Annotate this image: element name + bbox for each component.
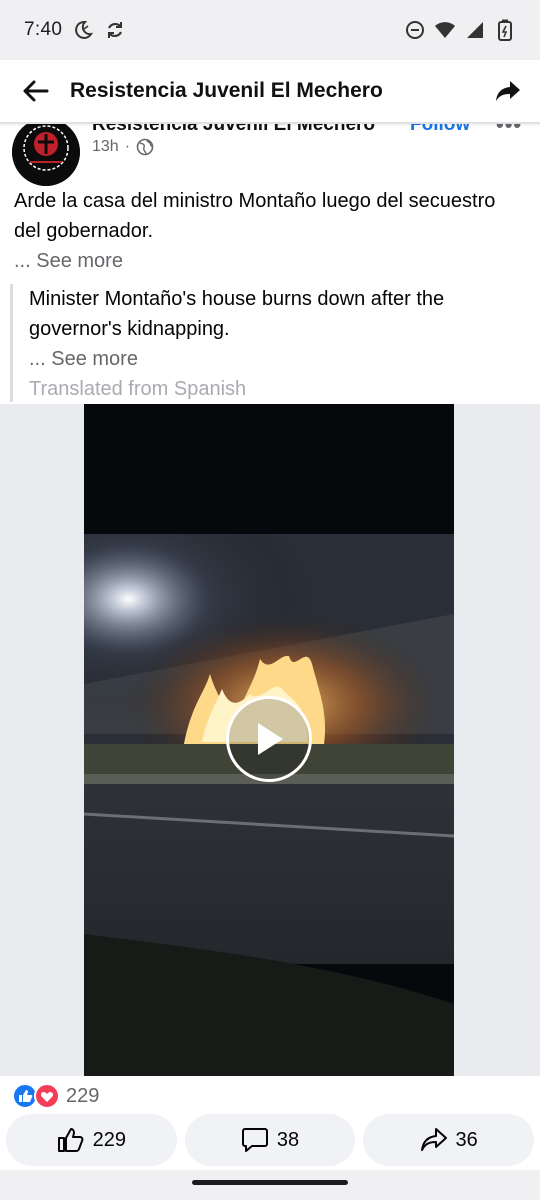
translation-see-more-link[interactable]: ... See more xyxy=(29,344,530,374)
reaction-icons xyxy=(12,1083,60,1109)
video-player[interactable] xyxy=(84,404,454,1076)
sync-icon xyxy=(104,19,126,41)
back-button[interactable] xyxy=(0,59,70,123)
system-nav-bar xyxy=(0,1170,540,1200)
post-meta: 13h · xyxy=(92,138,154,156)
avatar[interactable] xyxy=(12,118,80,186)
dnd-minus-icon xyxy=(404,19,426,41)
signal-icon xyxy=(464,19,486,41)
like-count: 229 xyxy=(92,1128,127,1151)
share-arrow-icon xyxy=(496,81,520,101)
share-count: 36 xyxy=(455,1128,478,1151)
post-text: Arde la casa del ministro Montaño luego … xyxy=(14,190,496,242)
comment-bubble-icon xyxy=(241,1128,268,1152)
see-more-link[interactable]: ... See more xyxy=(14,246,123,276)
translated-text: Minister Montaño's house burns down afte… xyxy=(29,288,445,340)
post-time: 13h xyxy=(92,138,119,155)
status-time: 7:40 xyxy=(24,19,63,40)
do-not-disturb-moon-icon xyxy=(72,19,94,41)
post-actions: 229 38 36 xyxy=(0,1114,540,1170)
status-left: 7:40 xyxy=(24,19,126,41)
meta-separator: · xyxy=(124,138,131,155)
comment-button[interactable]: 38 xyxy=(184,1114,356,1166)
app-header: Resistencia Juvenil El Mechero xyxy=(0,60,540,124)
like-button[interactable]: 229 xyxy=(6,1114,177,1166)
home-indicator[interactable] xyxy=(192,1180,348,1185)
share-button[interactable]: 36 xyxy=(363,1114,535,1166)
share-icon xyxy=(420,1128,447,1151)
video-container xyxy=(0,404,540,1076)
play-button[interactable] xyxy=(226,696,312,782)
reactions-summary[interactable]: 229 xyxy=(12,1078,99,1114)
header-title: Resistencia Juvenil El Mechero xyxy=(70,79,383,102)
wifi-icon xyxy=(434,19,456,41)
thumbs-up-icon xyxy=(57,1128,84,1152)
reaction-count: 229 xyxy=(66,1084,100,1107)
translation-block: Minister Montaño's house burns down afte… xyxy=(10,284,530,402)
arrow-left-icon xyxy=(23,80,49,102)
status-bar: 7:40 xyxy=(0,0,540,60)
status-right xyxy=(404,19,516,41)
comment-count: 38 xyxy=(276,1128,300,1151)
globe-icon xyxy=(136,138,154,156)
play-icon xyxy=(258,723,283,755)
battery-icon xyxy=(494,19,516,41)
translated-from-label[interactable]: Translated from Spanish xyxy=(29,374,530,404)
page-logo xyxy=(12,118,80,186)
love-reaction-icon xyxy=(34,1083,60,1109)
header-share-button[interactable] xyxy=(476,59,540,123)
